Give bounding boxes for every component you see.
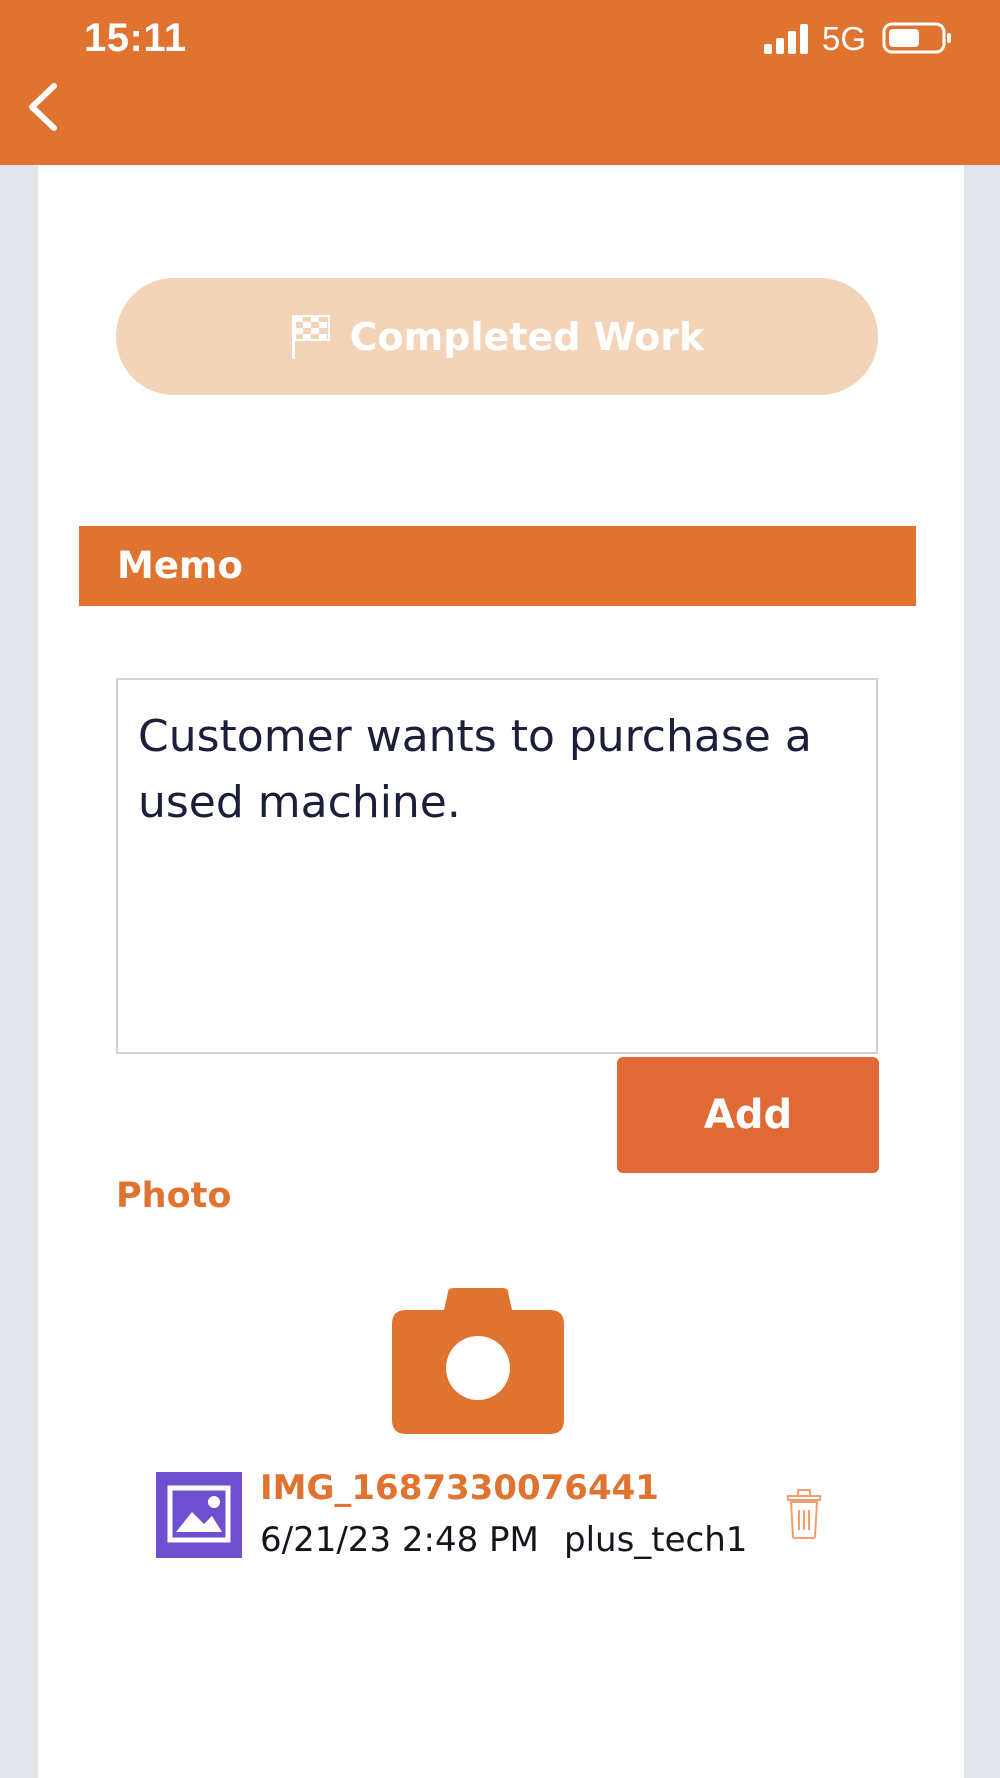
image-icon[interactable] bbox=[156, 1472, 242, 1558]
photo-label: Photo bbox=[116, 1176, 232, 1216]
left-gutter bbox=[0, 165, 38, 1778]
memo-section-header: Memo bbox=[79, 526, 916, 606]
photo-user: plus_tech1 bbox=[564, 1520, 748, 1560]
memo-title: Memo bbox=[117, 544, 243, 587]
completed-work-button[interactable]: Completed Work bbox=[116, 278, 878, 395]
photo-file-name[interactable]: IMG_1687330076441 bbox=[260, 1468, 659, 1508]
photo-date: 6/21/23 2:48 PM bbox=[260, 1520, 539, 1560]
add-memo-button[interactable]: Add bbox=[617, 1057, 879, 1173]
status-time: 15:11 bbox=[84, 16, 187, 60]
camera-icon[interactable] bbox=[392, 1288, 564, 1434]
chevron-left-icon[interactable] bbox=[22, 78, 68, 136]
right-gutter bbox=[964, 165, 1000, 1778]
app-header: 15:11 5G bbox=[0, 0, 1000, 165]
completed-work-label: Completed Work bbox=[349, 314, 705, 359]
trash-icon[interactable] bbox=[784, 1488, 824, 1540]
add-button-label: Add bbox=[703, 1092, 793, 1138]
photo-list-item: IMG_1687330076441 6/21/23 2:48 PM plus_t… bbox=[156, 1468, 856, 1568]
checkered-flag-icon bbox=[291, 314, 330, 359]
signal-icon bbox=[764, 24, 808, 54]
network-label: 5G bbox=[822, 20, 867, 57]
battery-icon bbox=[882, 22, 951, 54]
memo-textarea[interactable]: Customer wants to purchase a used machin… bbox=[116, 678, 878, 1054]
